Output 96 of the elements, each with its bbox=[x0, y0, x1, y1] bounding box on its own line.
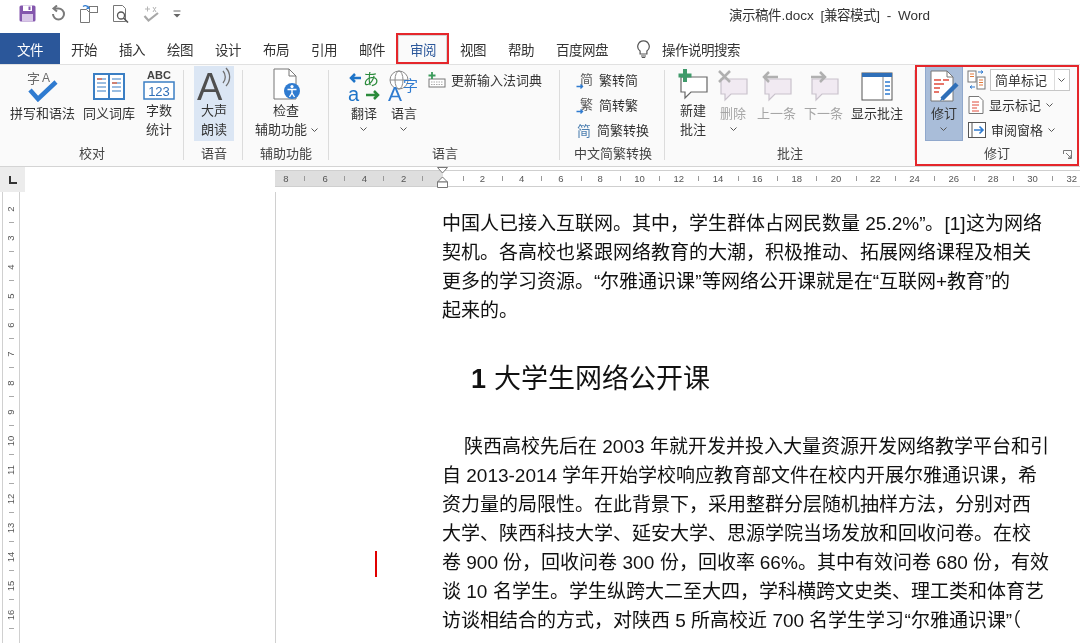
ruler-number: 8 bbox=[283, 173, 289, 184]
file-tab[interactable]: 文件 bbox=[0, 33, 60, 64]
comment-plus-icon bbox=[677, 68, 709, 100]
ruler-number: 3 bbox=[6, 234, 16, 241]
ribbon-tab[interactable]: 审阅 bbox=[396, 33, 449, 64]
ruler-number: 32 bbox=[1066, 173, 1078, 184]
lightbulb-icon bbox=[637, 39, 650, 58]
update-ime-dictionary-button[interactable]: 更新输入法词典 bbox=[424, 67, 545, 92]
ribbon-tab[interactable]: 邮件 bbox=[348, 33, 396, 64]
document-person-icon bbox=[271, 68, 301, 100]
group-label: 辅助功能 bbox=[260, 145, 312, 163]
ruler-number: 26 bbox=[948, 173, 960, 184]
ruler-number: 6 bbox=[322, 173, 328, 184]
traditional-to-simplified-button[interactable]: 简 繁转简 bbox=[573, 67, 652, 92]
ruler-number: 14 bbox=[712, 173, 724, 184]
spelling-grammar-button[interactable]: 字 A 拼写和语法 bbox=[6, 66, 78, 141]
ruler-number: 28 bbox=[987, 173, 999, 184]
window-title: 演示稿件.docx [兼容模式] - Word bbox=[729, 6, 930, 24]
ruler-number: 9 bbox=[6, 408, 16, 415]
ruler-number: 6 bbox=[558, 173, 564, 184]
ruler-number: 2 bbox=[401, 173, 407, 184]
document-arrow-icon[interactable] bbox=[80, 4, 98, 23]
show-markup-button[interactable]: 显示标记 bbox=[964, 92, 1070, 117]
group-label: 校对 bbox=[79, 145, 105, 163]
comment-left-arrow-icon bbox=[760, 69, 793, 102]
ruler-number: 30 bbox=[1027, 173, 1038, 184]
simplified-to-traditional-button[interactable]: 繁 简转繁 bbox=[573, 92, 652, 117]
ruler-number: 8 bbox=[597, 173, 603, 184]
ruler-number: 2 bbox=[479, 173, 485, 184]
keyboard-plus-icon bbox=[427, 71, 446, 88]
dialog-launcher-icon[interactable] bbox=[1063, 150, 1072, 159]
ruler-number: 2 bbox=[6, 205, 16, 212]
ruler-number: 8 bbox=[6, 379, 16, 386]
documents-arrows-icon bbox=[966, 69, 987, 90]
document-lines-icon bbox=[967, 95, 984, 114]
ruler-number: 24 bbox=[909, 173, 920, 184]
reviewing-pane-button[interactable]: 审阅窗格 bbox=[964, 117, 1070, 142]
undo-icon[interactable] bbox=[50, 5, 66, 22]
tell-me-search[interactable]: 操作说明搜索 bbox=[637, 33, 740, 64]
track-changes-button[interactable]: 修订 bbox=[924, 66, 963, 141]
ribbon-tab[interactable]: 视图 bbox=[449, 33, 497, 64]
ruler-number: 10 bbox=[6, 435, 16, 446]
left-tab-stop-icon bbox=[8, 175, 17, 184]
ribbon-tab[interactable]: 绘图 bbox=[156, 33, 204, 64]
ribbon-tab[interactable]: 帮助 bbox=[497, 33, 545, 64]
document-pencil-icon bbox=[927, 69, 960, 102]
thesaurus-button[interactable]: 同义词库 bbox=[79, 66, 138, 141]
show-comments-button[interactable]: 显示批注 bbox=[848, 66, 906, 141]
new-comment-button[interactable]: 新建 批注 bbox=[674, 66, 712, 141]
group-label: 语音 bbox=[200, 145, 227, 163]
group-label: 修订 bbox=[984, 145, 1010, 163]
ruler-number: 4 bbox=[361, 173, 368, 184]
convert-chinese-button[interactable]: 简 简繁转换 bbox=[573, 117, 652, 142]
ribbon-tab[interactable]: 百度网盘 bbox=[545, 33, 619, 64]
ruler-number: 6 bbox=[6, 321, 16, 328]
ruler-number: 4 bbox=[518, 173, 525, 184]
group-label: 批注 bbox=[777, 145, 803, 163]
ribbon-tab[interactable]: 设计 bbox=[204, 33, 252, 64]
save-icon[interactable] bbox=[19, 5, 36, 22]
ruler-number: 12 bbox=[6, 493, 16, 504]
ruler-number: 22 bbox=[869, 173, 881, 184]
body-paragraph: 中国人已接入互联网。其中，学生群体占网民数量 25.2%”。[1]这为网络 契机。各高校也紧跟网络教育的大潮，积极推动、拓展网络课程及相关 更多的学习资源。“尔雅通识课”等网络公开课就是在“互联网+教育”的 起来的。 bbox=[442, 212, 1042, 323]
group-label: 语言 bbox=[431, 145, 458, 163]
ruler-number: 7 bbox=[6, 350, 16, 357]
ribbon-tab[interactable]: 引用 bbox=[300, 33, 348, 64]
ruler-number: 14 bbox=[6, 551, 16, 562]
read-aloud-button[interactable]: A 大声 朗读 bbox=[193, 66, 234, 141]
ruler-number: 16 bbox=[752, 173, 763, 184]
tab-selector-button[interactable] bbox=[0, 167, 25, 192]
customize-caret-icon[interactable] bbox=[173, 9, 181, 18]
group-label: 中文简繁转换 bbox=[573, 145, 652, 163]
check-accessibility-button[interactable]: 检查 辅助功能 bbox=[251, 66, 321, 141]
ruler-number: 5 bbox=[6, 292, 16, 299]
check-mark-icon[interactable] bbox=[143, 5, 159, 22]
ruler-number: 15 bbox=[6, 580, 16, 591]
ruler-number: 16 bbox=[6, 609, 16, 620]
panel-window-icon bbox=[861, 70, 893, 101]
document-magnifier-icon[interactable] bbox=[112, 4, 129, 23]
ribbon-tab[interactable]: 插入 bbox=[108, 33, 156, 64]
ribbon-tab[interactable]: 布局 bbox=[252, 33, 300, 64]
ribbon-tab[interactable]: 开始 bbox=[60, 33, 108, 64]
ruler-number: 11 bbox=[6, 464, 16, 475]
word-count-button[interactable]: ABC 123 字数 统计 bbox=[139, 66, 178, 141]
ruler-number: 18 bbox=[791, 173, 802, 184]
character-icon: 简 bbox=[576, 120, 592, 139]
ruler-number: 10 bbox=[634, 173, 645, 184]
ruler-number: 12 bbox=[673, 173, 685, 184]
translate-button[interactable]: あ a 翻译 bbox=[344, 66, 383, 141]
markup-dropdown[interactable]: 简单标记 bbox=[989, 68, 1070, 91]
section-heading: 1 大学生网络公开课 bbox=[470, 363, 711, 396]
ruler-number: 13 bbox=[6, 522, 16, 533]
ruler-number: 20 bbox=[830, 173, 842, 184]
comment-x-icon bbox=[717, 69, 749, 102]
body-paragraph: 陕西高校先后在 2003 年就开发并投入大量资源开发网络教学平台和引 自 2013-2014 学年开始学校响应教育部文件在校内开展尔雅通识课，希 资力量的局限性。在此背景下，采用整群分层随机抽样方法，分别对西 大学、陕西科技大学、延安大学、思源学院当场发放和回收问卷。在校 卷 900 份，回收问卷 300 份，回收率 66%。其中有效问卷 680 份，有效 谈 10 名学生。学生纵跨大二至大四，学科横跨文史类、理工类和体育艺 访谈相结合的方式，对陕西 5 所高校近 700 名学生学习“尔雅通识课”（ bbox=[442, 435, 1050, 633]
ruler-number: 4 bbox=[6, 263, 16, 270]
indent-marker-icon[interactable] bbox=[437, 167, 448, 188]
